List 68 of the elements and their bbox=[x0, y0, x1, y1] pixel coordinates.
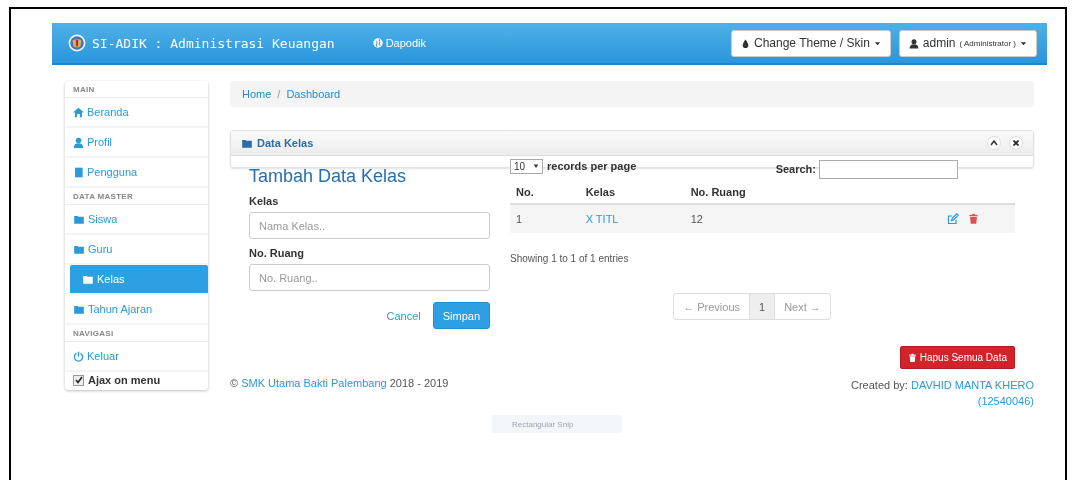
sidebar-heading: MAIN bbox=[65, 81, 208, 98]
sidebar-item[interactable]: Pengguna bbox=[65, 158, 208, 188]
globe-icon bbox=[372, 38, 383, 48]
theme-button[interactable]: Change Theme / Skin bbox=[731, 29, 891, 57]
cancel-button[interactable]: Cancel bbox=[386, 309, 421, 322]
user-icon bbox=[908, 37, 919, 49]
checkbox[interactable] bbox=[73, 374, 84, 386]
table-cell: 12 bbox=[684, 204, 842, 233]
folder-icon bbox=[73, 243, 85, 255]
caret-icon bbox=[1020, 39, 1027, 47]
sidebar-item[interactable]: Siswa bbox=[65, 205, 208, 235]
folder-icon bbox=[241, 137, 253, 149]
credit-text: Created by: DAVHID MANTA KHERO (12540046) bbox=[850, 378, 1034, 409]
page-size-label: records per page bbox=[547, 160, 637, 172]
folder-icon bbox=[73, 303, 85, 315]
field-label: No. Ruang bbox=[249, 247, 305, 259]
copyright-text: © SMK Utama Bakti Palembang 2018 - 2019 bbox=[230, 377, 449, 389]
user-menu-button[interactable]: admin ( Administrator ) bbox=[898, 29, 1037, 57]
collapse-button[interactable] bbox=[987, 136, 1001, 150]
edit-icon[interactable] bbox=[947, 213, 959, 225]
author-link[interactable]: DAVHID MANTA KHERO bbox=[910, 379, 1034, 391]
close-icon bbox=[1012, 139, 1020, 147]
breadcrumb-separator: / bbox=[277, 88, 281, 100]
author-id-link[interactable]: (12540046) bbox=[977, 393, 1034, 409]
school-link[interactable]: SMK Utama Bakti Palembang bbox=[241, 377, 387, 389]
breadcrumb-link[interactable]: Home bbox=[242, 88, 272, 100]
form-title: Tambah Data Kelas bbox=[249, 166, 408, 187]
sidebar-item[interactable]: Kelas bbox=[70, 265, 208, 295]
entries-info: Showing 1 to 1 of 1 entries bbox=[510, 253, 630, 264]
app-title: SI-ADIK : Administrasi Keuangan bbox=[92, 35, 335, 51]
next-page-button[interactable]: Next → bbox=[774, 293, 831, 320]
dapodik-link[interactable]: Dapodik bbox=[372, 37, 426, 49]
field-label: Kelas bbox=[249, 195, 280, 207]
globe-logo bbox=[68, 34, 86, 52]
book-icon bbox=[73, 166, 84, 178]
close-button[interactable] bbox=[1009, 136, 1023, 150]
sidebar-heading: NAVIGASI bbox=[65, 325, 208, 342]
snip-toolbar: Rectangular Snip bbox=[492, 415, 622, 433]
save-button[interactable]: Simpan bbox=[432, 302, 490, 329]
sidebar-item[interactable]: Keluar bbox=[65, 342, 208, 372]
sidebar-item[interactable]: Beranda bbox=[65, 98, 208, 128]
folder-icon bbox=[73, 213, 85, 225]
folder-icon bbox=[82, 273, 94, 285]
delete-all-button[interactable]: Hapus Semua Data bbox=[899, 346, 1015, 369]
trash-icon bbox=[907, 352, 917, 363]
input-field[interactable]: No. Ruang.. bbox=[249, 264, 490, 291]
power-icon bbox=[73, 350, 84, 362]
input-field[interactable]: Nama Kelas.. bbox=[249, 212, 490, 239]
sidebar-heading: DATA MASTER bbox=[65, 188, 208, 205]
caret-icon bbox=[533, 163, 539, 169]
caret-icon bbox=[873, 39, 881, 47]
page-number-button[interactable]: 1 bbox=[749, 293, 776, 320]
breadcrumb-link[interactable]: Dashboard bbox=[286, 88, 341, 100]
drop-icon bbox=[741, 37, 750, 49]
panel-title: Data Kelas bbox=[257, 137, 314, 149]
class-link[interactable]: X TITL bbox=[585, 213, 619, 225]
previous-page-button[interactable]: ← Previous bbox=[673, 293, 750, 320]
table-cell: 1 bbox=[510, 204, 580, 233]
user-icon bbox=[73, 136, 84, 148]
search-label: Search: bbox=[775, 163, 816, 175]
sidebar-item[interactable]: Profil bbox=[65, 128, 208, 158]
sidebar-item[interactable]: Tahun Ajaran bbox=[65, 295, 208, 325]
home-icon bbox=[73, 106, 84, 118]
checkbox-label: Ajax on menu bbox=[88, 374, 161, 386]
chevron-up-icon bbox=[990, 139, 998, 147]
page-size-select[interactable]: 10 bbox=[510, 158, 543, 174]
trash-icon[interactable] bbox=[968, 213, 979, 225]
search-field[interactable] bbox=[819, 159, 958, 179]
